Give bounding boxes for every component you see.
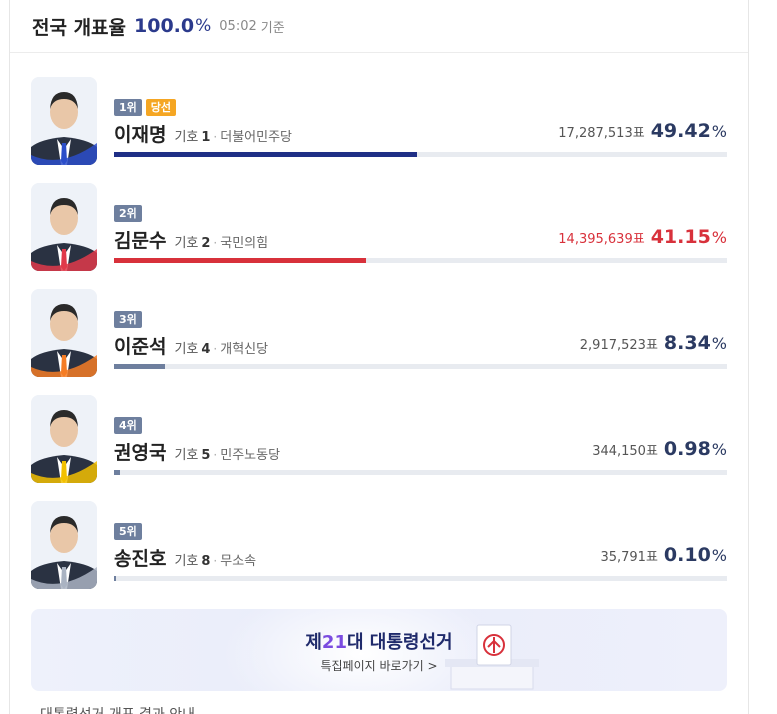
vote-bar-fill [114, 576, 116, 581]
candidate-info: 이재명 기호 1 · 더불어민주당 [114, 120, 292, 147]
candidate-photo[interactable] [31, 183, 97, 271]
party-name: 더불어민주당 [220, 130, 293, 145]
vote-bar-track [114, 576, 727, 581]
candidate-photo[interactable] [31, 289, 97, 377]
candidate-row[interactable]: 1위 당선이재명 기호 1 · 더불어민주당 17,287,513표 49.42% [31, 77, 727, 173]
separator-dot: · [213, 448, 218, 462]
giho-label: 기호 [174, 236, 199, 251]
candidate-name[interactable]: 김문수 [114, 226, 166, 253]
giho-label: 기호 [174, 342, 199, 357]
party-name: 국민의힘 [220, 236, 269, 251]
candidate-row[interactable]: 3위이준석 기호 4 · 개혁신당 2,917,523표 8.34% [31, 289, 727, 385]
candidate-info: 권영국 기호 5 · 민주노동당 [114, 438, 280, 465]
separator-dot: · [213, 554, 218, 568]
candidate-number: 1 [201, 130, 211, 145]
candidate-name[interactable]: 이재명 [114, 120, 166, 147]
tally-basis: 기준 [260, 20, 285, 36]
vote-percent: 0.10 [663, 544, 711, 566]
vote-percent-sign: % [711, 228, 727, 247]
badges: 3위 [114, 311, 142, 328]
tally-percent-sign: % [195, 16, 212, 36]
candidate-number: 2 [201, 236, 211, 251]
candidate-photo[interactable] [31, 501, 97, 589]
winner-badge: 당선 [145, 99, 177, 116]
election-results-card: 전국 개표율 100.0% 05:02 기준 1위 당선 이재명 기호 1 · 더불어민주당… [9, 0, 749, 714]
vote-count: 35,791표 [600, 550, 658, 565]
vote-result: 17,287,513표 49.42% [558, 120, 727, 142]
party-name: 민주노동당 [220, 448, 281, 463]
separator-dot: · [213, 236, 218, 250]
special-page-banner[interactable]: 제21대 대통령선거 특집페이지 바로가기 > [31, 609, 727, 691]
vote-bar-fill [114, 470, 120, 475]
vote-percent: 8.34 [663, 332, 711, 354]
rank-badge: 5위 [114, 523, 142, 540]
candidate-name[interactable]: 권영국 [114, 438, 166, 465]
banner-title-number: 21 [321, 632, 347, 653]
candidate-number: 4 [201, 342, 211, 357]
vote-percent: 41.15 [650, 226, 711, 248]
tally-percent: 100.0 [134, 15, 195, 37]
candidate-photo[interactable] [31, 77, 97, 165]
rank-badge: 2위 [114, 205, 142, 222]
badges: 2위 [114, 205, 142, 222]
banner-link-text[interactable]: 특집페이지 바로가기 > [31, 657, 727, 674]
vote-bar-fill [114, 258, 367, 263]
vote-percent: 49.42 [650, 120, 711, 142]
badges: 1위 당선 [114, 99, 177, 116]
tally-title: 전국 개표율 [32, 16, 127, 39]
tally-header: 전국 개표율 100.0% 05:02 기준 [10, 0, 748, 53]
bottom-cut-text: 대통령선거 개표 결과 안내 [40, 704, 195, 714]
vote-percent-sign: % [711, 334, 727, 353]
vote-bar-fill [114, 364, 166, 369]
vote-bar-fill [114, 152, 417, 157]
vote-percent-sign: % [711, 440, 727, 459]
party-name: 개혁신당 [220, 342, 269, 357]
vote-percent-sign: % [711, 122, 727, 141]
party-name: 무소속 [220, 554, 257, 569]
candidate-name[interactable]: 송진호 [114, 544, 166, 571]
vote-count: 2,917,523표 [579, 338, 658, 353]
candidate-row[interactable]: 4위권영국 기호 5 · 민주노동당 344,150표 0.98% [31, 395, 727, 491]
rank-badge: 4위 [114, 417, 142, 434]
vote-result: 344,150표 0.98% [592, 438, 727, 460]
candidate-row[interactable]: 2위김문수 기호 2 · 국민의힘 14,395,639표 41.15% [31, 183, 727, 279]
vote-result: 14,395,639표 41.15% [558, 226, 727, 248]
banner-title: 제21대 대통령선거 [305, 632, 453, 653]
vote-result: 2,917,523표 8.34% [580, 332, 727, 354]
vote-result: 35,791표 0.10% [600, 544, 727, 566]
ballot-box-icon [445, 624, 539, 690]
badges: 5위 [114, 523, 142, 540]
vote-percent-sign: % [711, 546, 727, 565]
vote-count: 344,150표 [592, 444, 658, 459]
candidate-info: 이준석 기호 4 · 개혁신당 [114, 332, 268, 359]
candidate-photo[interactable] [31, 395, 97, 483]
tally-time: 05:02 [219, 18, 257, 34]
giho-label: 기호 [174, 448, 199, 463]
candidate-row[interactable]: 5위송진호 기호 8 · 무소속 35,791표 0.10% [31, 501, 727, 597]
separator-dot: · [213, 342, 218, 356]
candidate-name[interactable]: 이준석 [114, 332, 166, 359]
separator-dot: · [213, 130, 218, 144]
vote-count: 17,287,513표 [558, 126, 645, 141]
vote-bar-track [114, 152, 727, 157]
candidate-number: 8 [201, 554, 211, 569]
rank-badge: 3위 [114, 311, 142, 328]
vote-bar-track [114, 470, 727, 475]
vote-percent: 0.98 [663, 438, 711, 460]
giho-label: 기호 [174, 554, 199, 569]
rank-badge: 1위 [114, 99, 142, 116]
giho-label: 기호 [174, 130, 199, 145]
candidate-number: 5 [201, 448, 211, 463]
vote-bar-track [114, 258, 727, 263]
vote-count: 14,395,639표 [558, 232, 645, 247]
vote-bar-track [114, 364, 727, 369]
candidate-info: 송진호 기호 8 · 무소속 [114, 544, 256, 571]
candidate-info: 김문수 기호 2 · 국민의힘 [114, 226, 268, 253]
badges: 4위 [114, 417, 142, 434]
